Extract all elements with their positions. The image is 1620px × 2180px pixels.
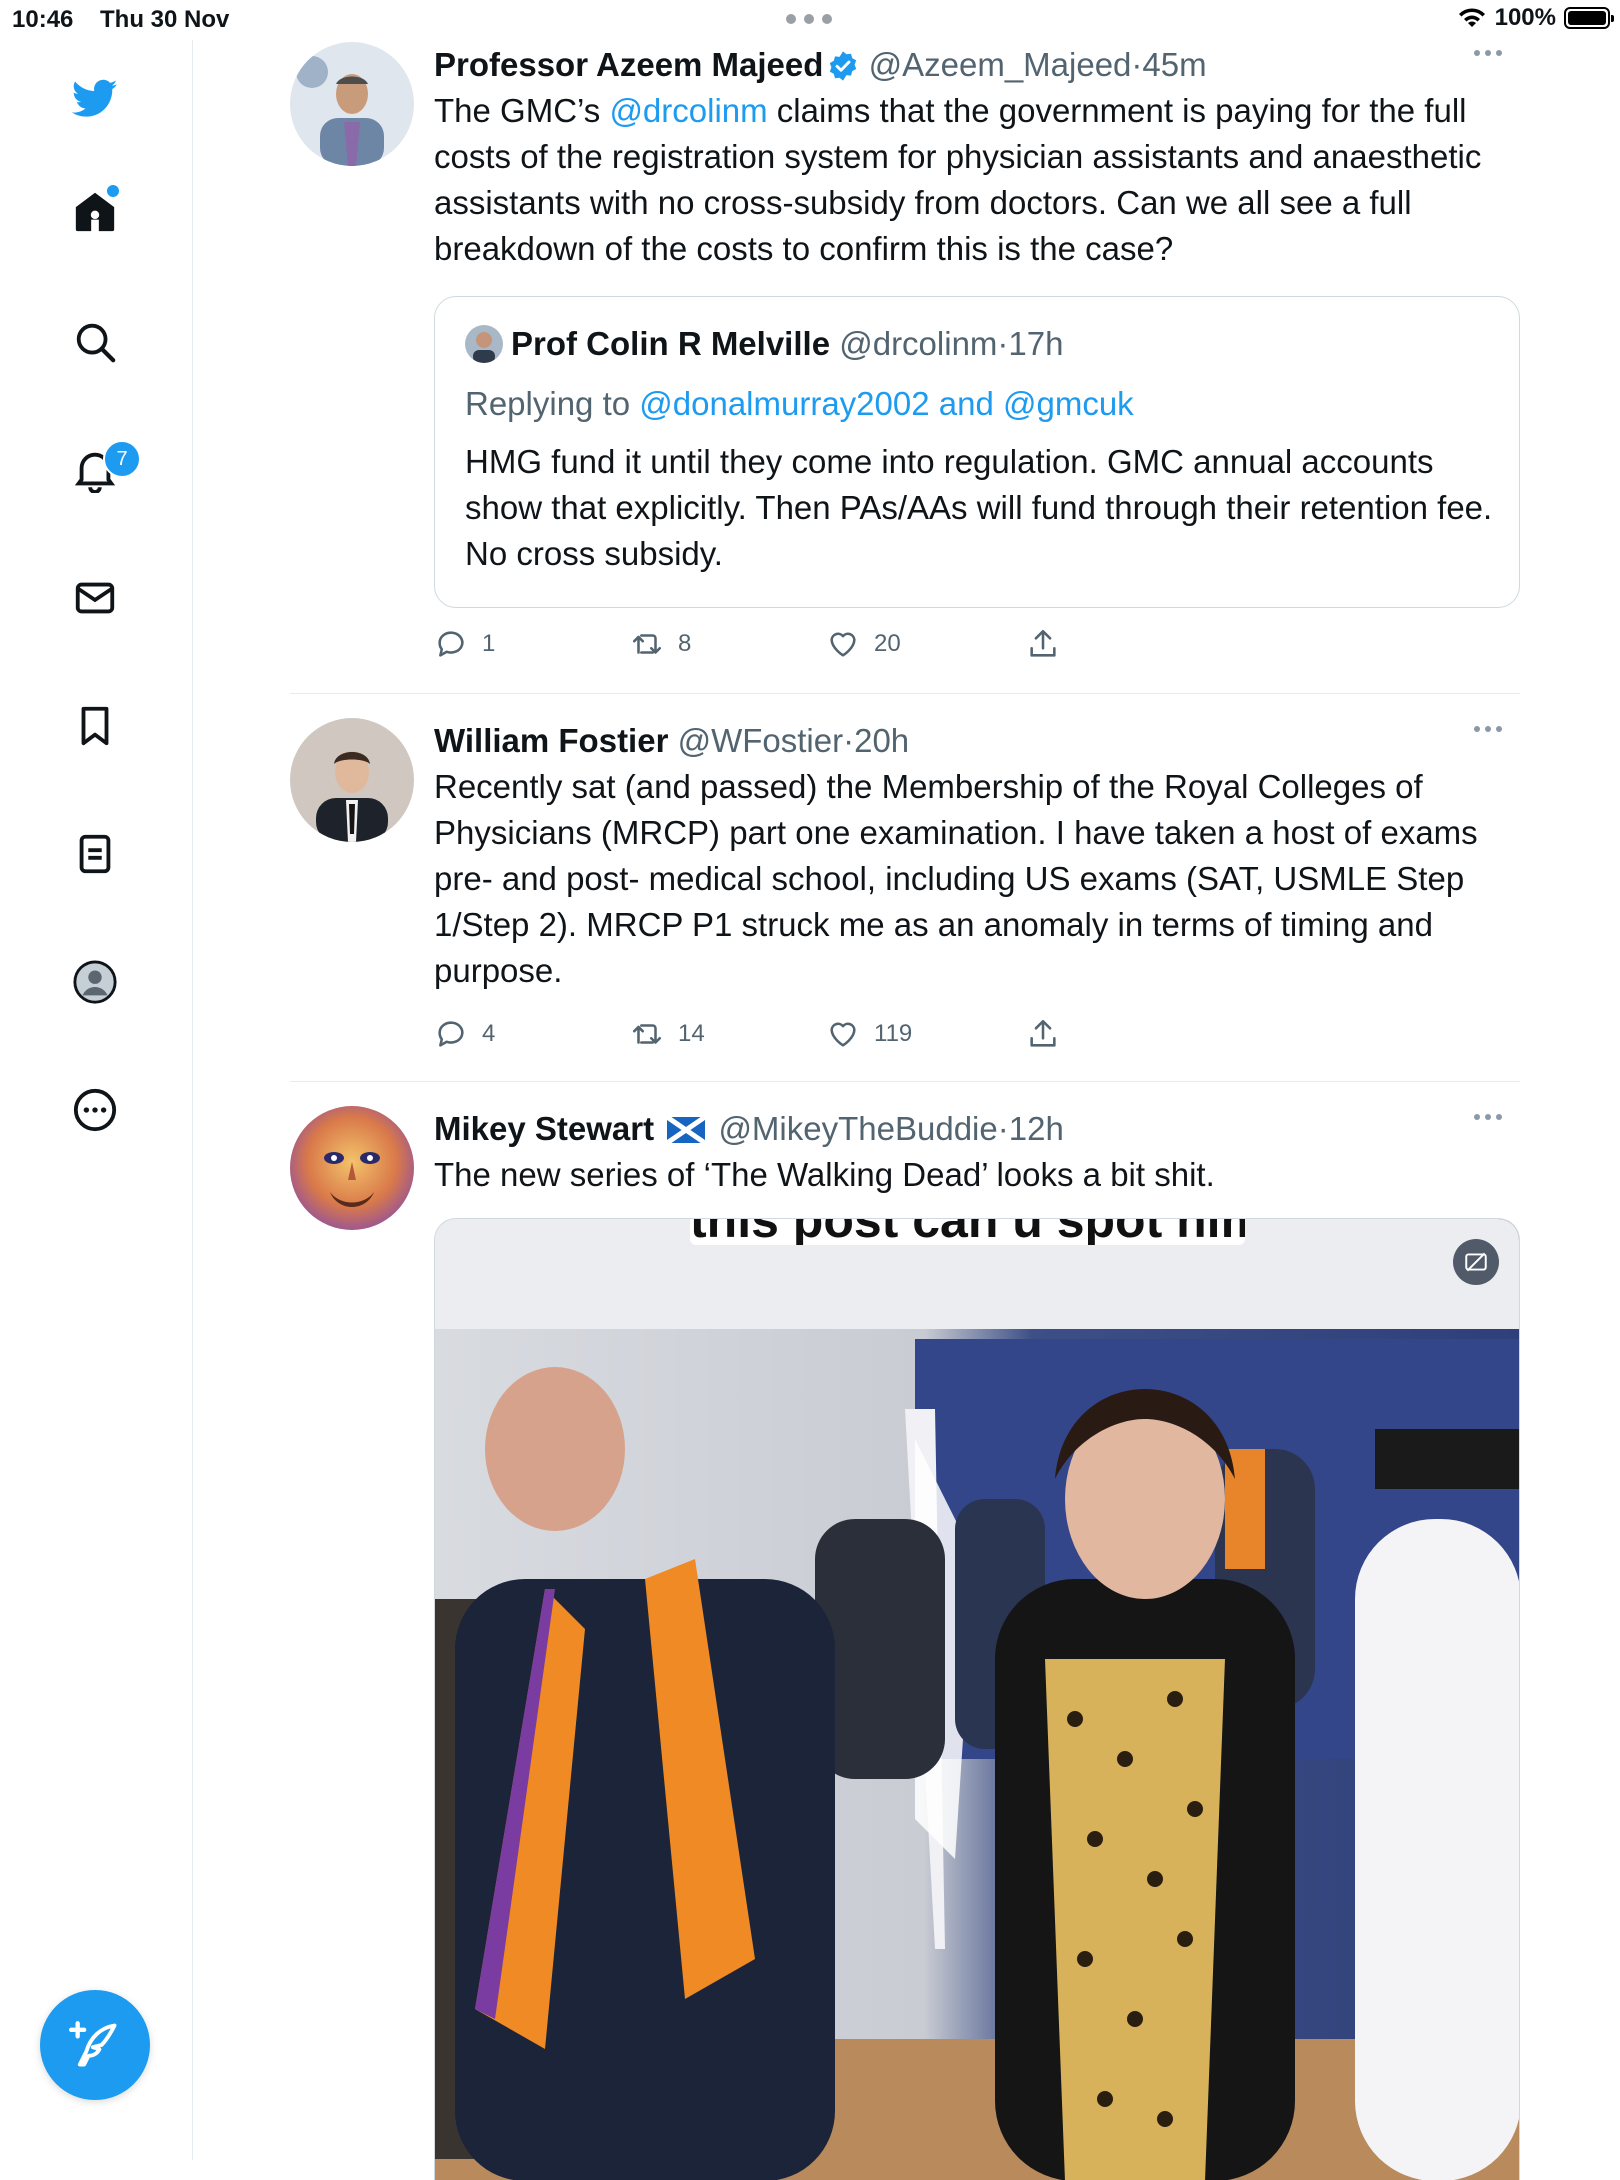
home-icon[interactable] [65, 181, 125, 241]
notifications-badge: 7 [103, 440, 141, 478]
separator: · [997, 325, 1009, 362]
reply-count: 1 [482, 630, 496, 657]
battery-icon [1564, 7, 1614, 29]
author-handle[interactable]: @MikeyTheBuddie [718, 1110, 997, 1147]
tweet-time[interactable]: 20h [854, 722, 909, 759]
like-button[interactable]: 20 [826, 622, 901, 666]
replying-to-mentions[interactable]: @donalmurray2002 and @gmcuk [639, 385, 1133, 422]
more-options-icon[interactable] [1474, 50, 1502, 56]
tweet[interactable]: Mikey Stewart @MikeyTheBuddie·12h The ne… [290, 1106, 1520, 2180]
tweet[interactable]: William Fostier @WFostier·20h Recently s… [290, 718, 1520, 1078]
tweet-body: Professor Azeem Majeed @Azeem_Majeed·45m… [434, 42, 1520, 272]
home-new-dot [107, 185, 119, 197]
separator: · [1131, 46, 1143, 83]
replying-prefix: Replying to [465, 385, 640, 422]
tweet-text-part: The GMC’s [434, 92, 610, 129]
author-name[interactable]: Professor Azeem Majeed [434, 46, 823, 83]
separator: · [843, 722, 855, 759]
profile-icon[interactable] [65, 952, 125, 1012]
quoted-avatar [465, 325, 503, 363]
notifications-icon[interactable]: 7 [65, 440, 141, 500]
video-caption-text: this post can u spot him [690, 1219, 1245, 1245]
tweet[interactable]: Professor Azeem Majeed @Azeem_Majeed·45m… [290, 42, 1520, 657]
more-options-icon[interactable] [1474, 726, 1502, 732]
avatar[interactable] [290, 718, 414, 842]
battery-percent: 100% [1494, 4, 1556, 31]
scotland-flag-icon [665, 1114, 707, 1146]
heart-icon [830, 632, 856, 657]
mention-link[interactable]: @drcolinm [609, 92, 767, 129]
author-handle[interactable]: @WFostier [678, 722, 844, 759]
quoted-author-handle: @drcolinm [839, 325, 998, 362]
tweet-header: Mikey Stewart @MikeyTheBuddie·12h [434, 1106, 1520, 1152]
share-button[interactable] [1026, 622, 1060, 666]
tweet-divider [290, 693, 1520, 694]
sidebar: 7 [0, 40, 193, 2160]
video-frame [435, 1219, 1519, 2180]
tweet-actions: 1 8 20 [434, 622, 1134, 666]
status-right: 100% [1457, 4, 1614, 32]
tweet-body: Mikey Stewart @MikeyTheBuddie·12h The ne… [434, 1106, 1520, 1198]
retweet-button[interactable]: 8 [630, 622, 691, 666]
verified-badge-icon [830, 51, 857, 81]
retweet-icon [632, 634, 662, 654]
tweet-text: The GMC’s @drcolinm claims that the gove… [434, 88, 1520, 272]
retweet-count: 8 [678, 630, 692, 657]
lists-icon[interactable] [65, 824, 125, 884]
separator: · [997, 1110, 1009, 1147]
author-handle[interactable]: @Azeem_Majeed [869, 46, 1132, 83]
sensitive-media-icon[interactable] [1453, 1239, 1499, 1285]
search-icon[interactable] [65, 312, 125, 372]
tweet-text: The new series of ‘The Walking Dead’ loo… [434, 1156, 1215, 1193]
more-icon[interactable] [65, 1080, 125, 1140]
avatar[interactable] [290, 1106, 414, 1230]
reply-icon [438, 631, 464, 657]
messages-icon[interactable] [65, 568, 125, 628]
like-count: 119 [874, 1020, 913, 1047]
tweet-media-video[interactable]: this post can u spot him [434, 1218, 1520, 2180]
status-time: 10:46 [12, 6, 74, 33]
reply-icon [438, 1021, 464, 1047]
share-button[interactable] [1026, 1012, 1060, 1056]
quoted-text: HMG fund it until they come into regulat… [465, 443, 1493, 572]
tweet-body: William Fostier @WFostier·20h Recently s… [434, 718, 1520, 994]
tweet-header: William Fostier @WFostier·20h [434, 718, 1520, 764]
tweet-actions: 4 14 119 [434, 1012, 1134, 1056]
heart-icon [830, 1022, 856, 1047]
author-name[interactable]: William Fostier [434, 722, 668, 759]
quoted-header: Prof Colin R Melville @drcolinm·17h [465, 321, 1063, 367]
more-options-icon[interactable] [1474, 1114, 1502, 1120]
twitter-logo-icon[interactable] [65, 68, 125, 128]
replying-to: Replying to @donalmurray2002 and @gmcuk [465, 381, 1134, 427]
reply-button[interactable]: 4 [434, 1012, 495, 1056]
quoted-author-name: Prof Colin R Melville [511, 325, 831, 362]
author-name[interactable]: Mikey Stewart [434, 1110, 654, 1147]
tweet-time[interactable]: 12h [1009, 1110, 1064, 1147]
tweet-text: Recently sat (and passed) the Membership… [434, 768, 1478, 989]
tweet-time[interactable]: 45m [1142, 46, 1206, 83]
retweet-button[interactable]: 14 [630, 1012, 705, 1056]
avatar[interactable] [290, 42, 414, 166]
status-bar: 10:46 Thu 30 Nov 100% [0, 0, 1620, 40]
status-date: Thu 30 Nov [100, 6, 230, 33]
wifi-icon [1458, 8, 1485, 27]
compose-tweet-icon[interactable] [40, 1990, 150, 2100]
reply-button[interactable]: 1 [434, 622, 495, 666]
share-icon [1030, 629, 1056, 657]
retweet-count: 14 [678, 1020, 705, 1047]
like-count: 20 [874, 630, 901, 657]
reply-count: 4 [482, 1020, 496, 1047]
multitasking-dots-icon[interactable] [786, 14, 834, 24]
like-button[interactable]: 119 [826, 1012, 912, 1056]
tweet-divider [290, 1081, 1520, 1082]
tweet-header: Professor Azeem Majeed @Azeem_Majeed·45m [434, 42, 1520, 88]
bookmarks-icon[interactable] [65, 696, 125, 756]
retweet-icon [632, 1024, 662, 1044]
quoted-tweet[interactable]: Prof Colin R Melville @drcolinm·17h Repl… [434, 296, 1520, 608]
quoted-time: 17h [1008, 325, 1064, 362]
share-icon [1030, 1019, 1056, 1047]
